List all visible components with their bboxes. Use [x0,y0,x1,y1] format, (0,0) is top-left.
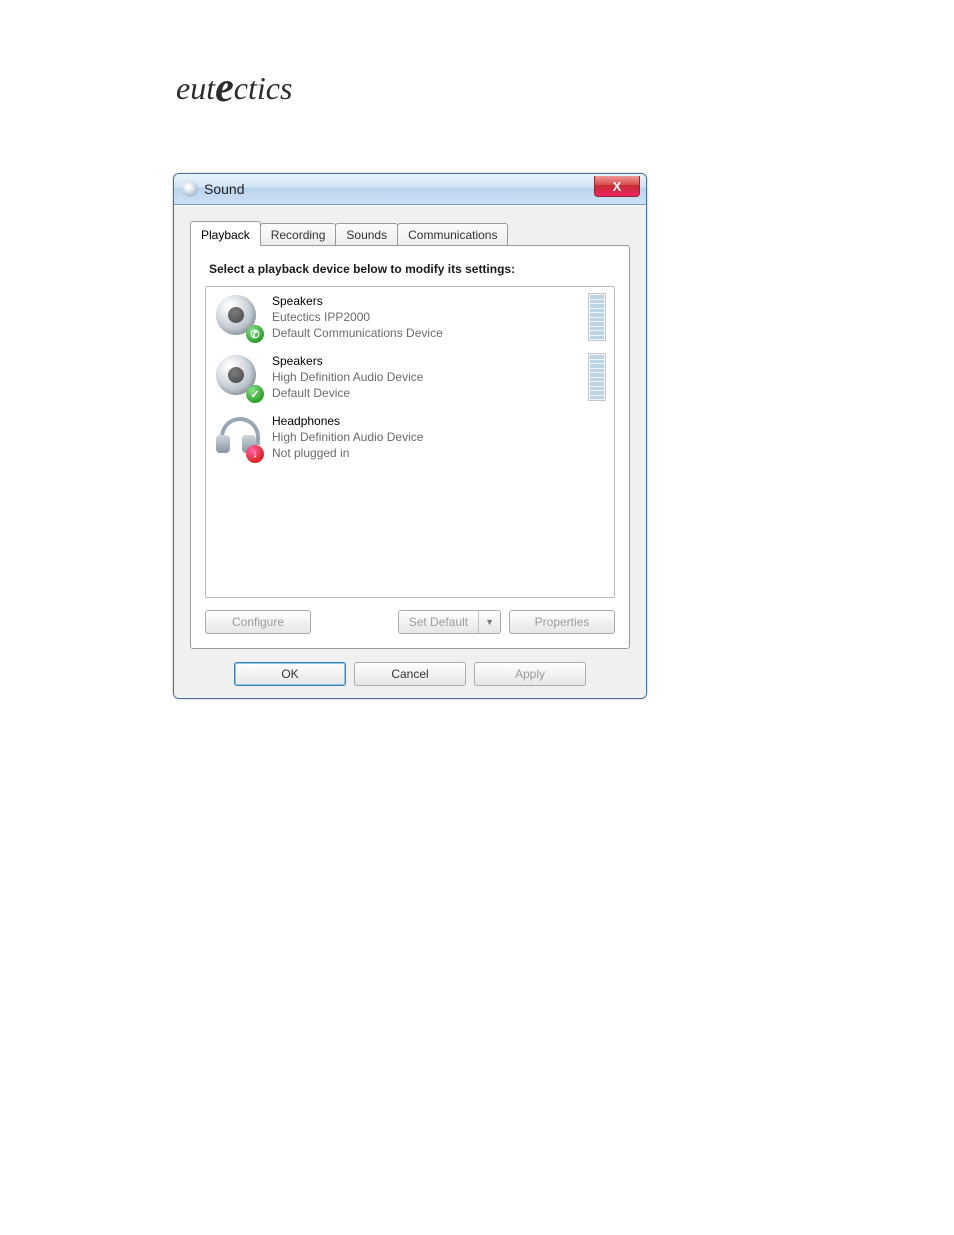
tab-sounds[interactable]: Sounds [335,223,398,246]
device-name: Headphones [272,413,423,429]
unplugged-overlay-icon: ↓ [246,445,264,463]
device-sub: High Definition Audio Device [272,369,423,385]
level-meter [588,293,606,341]
sound-dialog: Sound X Playback Recording Sounds Commun… [173,173,647,699]
tab-recording[interactable]: Recording [260,223,337,246]
check-overlay-icon: ✓ [246,385,264,403]
phone-overlay-icon [246,325,264,343]
apply-button[interactable]: Apply [474,662,586,686]
titlebar[interactable]: Sound X [174,174,646,205]
configure-button[interactable]: Configure [205,610,311,634]
device-sub: High Definition Audio Device [272,429,423,445]
device-item[interactable]: ✓ Speakers High Definition Audio Device … [206,347,614,407]
device-item[interactable]: ↓ Headphones High Definition Audio Devic… [206,407,614,467]
set-default-button[interactable]: Set Default ▼ [398,610,501,634]
speaker-icon [214,293,262,341]
ok-button[interactable]: OK [234,662,346,686]
speaker-icon: ✓ [214,353,262,401]
tab-communications[interactable]: Communications [397,223,508,246]
close-button[interactable]: X [594,176,640,197]
sound-icon [182,181,198,197]
device-sub: Eutectics IPP2000 [272,309,443,325]
chevron-down-icon[interactable]: ▼ [479,613,500,631]
device-status: Default Communications Device [272,325,443,341]
device-name: Speakers [272,293,443,309]
tab-playback[interactable]: Playback [190,221,261,246]
tab-strip: Playback Recording Sounds Communications [182,214,638,246]
device-item[interactable]: Speakers Eutectics IPP2000 Default Commu… [206,287,614,347]
device-list[interactable]: Speakers Eutectics IPP2000 Default Commu… [205,286,615,598]
level-meter [588,353,606,401]
cancel-button[interactable]: Cancel [354,662,466,686]
prompt-text: Select a playback device below to modify… [209,262,611,276]
properties-button[interactable]: Properties [509,610,615,634]
window-title: Sound [204,181,244,197]
device-status: Not plugged in [272,445,423,461]
device-status: Default Device [272,385,423,401]
brand-logo: eutectics [176,62,292,110]
device-name: Speakers [272,353,423,369]
headphones-icon: ↓ [214,413,262,461]
